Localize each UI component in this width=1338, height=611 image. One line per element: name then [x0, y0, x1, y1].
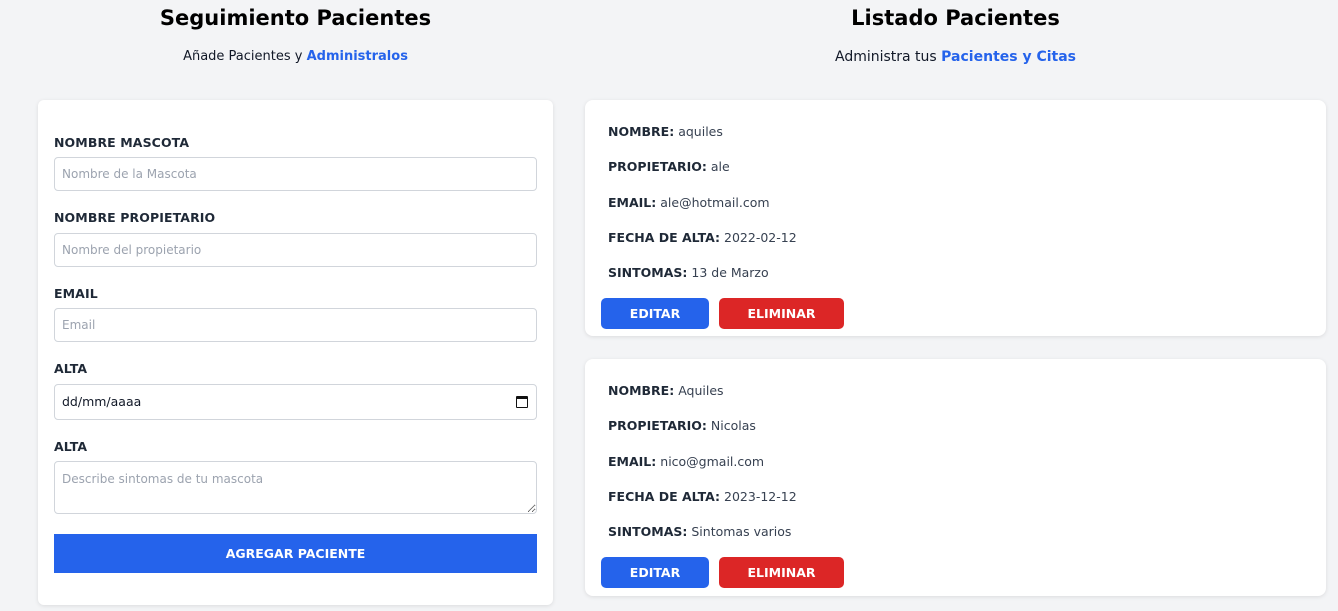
- patient-email-value: nico@gmail.com: [660, 454, 765, 469]
- patient-owner-value: Nicolas: [710, 418, 756, 433]
- patient-date-value: 2022-02-12: [724, 230, 797, 245]
- calendar-icon[interactable]: [516, 396, 528, 408]
- date-label: ALTA: [54, 361, 88, 376]
- list-subtitle-text: Administra tus: [834, 49, 942, 65]
- delete-button[interactable]: ELIMINAR: [719, 298, 844, 329]
- pet-name-label: NOMBRE MASCOTA: [54, 135, 190, 150]
- patient-date-row: FECHA DE ALTA: 2022-02-12: [608, 230, 797, 246]
- patient-symptoms-value: Sintomas varios: [691, 524, 792, 539]
- patient-symptoms-key: SINTOMAS:: [608, 524, 688, 539]
- patient-form-section: Seguimiento Pacientes Añade Pacientes y …: [38, 0, 553, 605]
- patient-list-section: Listado Pacientes Administra tus Pacient…: [585, 0, 1326, 596]
- patient-name-row: NOMBRE: Aquiles: [608, 383, 724, 399]
- edit-button[interactable]: EDITAR: [601, 298, 709, 329]
- date-input-placeholder: dd/mm/aaaa: [62, 394, 142, 409]
- patient-date-row: FECHA DE ALTA: 2023-12-12: [608, 489, 797, 505]
- email-input[interactable]: [54, 308, 537, 342]
- form-subtitle-accent: Administralos: [306, 49, 408, 64]
- patient-date-value: 2023-12-12: [724, 489, 797, 504]
- patient-card: NOMBRE: Aquiles PROPIETARIO: Nicolas EMA…: [585, 359, 1326, 596]
- patient-name-key: NOMBRE:: [608, 124, 675, 139]
- patient-symptoms-row: SINTOMAS: Sintomas varios: [608, 524, 791, 540]
- patient-email-value: ale@hotmail.com: [660, 195, 770, 210]
- owner-name-input[interactable]: [54, 233, 537, 267]
- form-subtitle: Añade Pacientes y Administralos: [38, 48, 553, 66]
- patient-owner-key: PROPIETARIO:: [608, 418, 707, 433]
- add-patient-button[interactable]: AGREGAR PACIENTE: [54, 534, 537, 573]
- patient-symptoms-value: 13 de Marzo: [691, 265, 769, 280]
- patient-email-row: EMAIL: nico@gmail.com: [608, 454, 764, 470]
- list-title: Listado Pacientes: [851, 6, 1060, 30]
- delete-button[interactable]: ELIMINAR: [719, 557, 844, 588]
- patient-owner-row: PROPIETARIO: ale: [608, 159, 730, 175]
- form-subtitle-text: Añade Pacientes y: [183, 49, 307, 64]
- list-subtitle-accent: Pacientes y Citas: [941, 49, 1077, 65]
- patient-symptoms-key: SINTOMAS:: [608, 265, 688, 280]
- patient-card: NOMBRE: aquiles PROPIETARIO: ale EMAIL: …: [585, 100, 1326, 336]
- patient-date-key: FECHA DE ALTA:: [608, 230, 721, 245]
- list-subtitle: Administra tus Pacientes y Citas: [585, 48, 1326, 66]
- patient-owner-row: PROPIETARIO: Nicolas: [608, 418, 756, 434]
- symptoms-textarea[interactable]: [54, 461, 537, 514]
- patient-email-key: EMAIL:: [608, 454, 657, 469]
- patient-date-key: FECHA DE ALTA:: [608, 489, 721, 504]
- form-title: Seguimiento Pacientes: [159, 6, 432, 30]
- pet-name-input[interactable]: [54, 157, 537, 191]
- patient-email-row: EMAIL: ale@hotmail.com: [608, 195, 770, 211]
- patient-name-value: Aquiles: [678, 383, 724, 398]
- edit-button[interactable]: EDITAR: [601, 557, 709, 588]
- patient-form: NOMBRE MASCOTA NOMBRE PROPIETARIO EMAIL …: [38, 100, 553, 605]
- patient-name-value: aquiles: [678, 124, 723, 139]
- symptoms-label: ALTA: [54, 439, 88, 454]
- date-input[interactable]: dd/mm/aaaa: [54, 384, 537, 420]
- patient-email-key: EMAIL:: [608, 195, 657, 210]
- email-label: EMAIL: [54, 286, 98, 301]
- patient-owner-key: PROPIETARIO:: [608, 159, 707, 174]
- patient-symptoms-row: SINTOMAS: 13 de Marzo: [608, 265, 769, 281]
- patient-name-row: NOMBRE: aquiles: [608, 124, 723, 140]
- patient-owner-value: ale: [710, 159, 730, 174]
- patient-name-key: NOMBRE:: [608, 383, 675, 398]
- owner-name-label: NOMBRE PROPIETARIO: [54, 210, 216, 225]
